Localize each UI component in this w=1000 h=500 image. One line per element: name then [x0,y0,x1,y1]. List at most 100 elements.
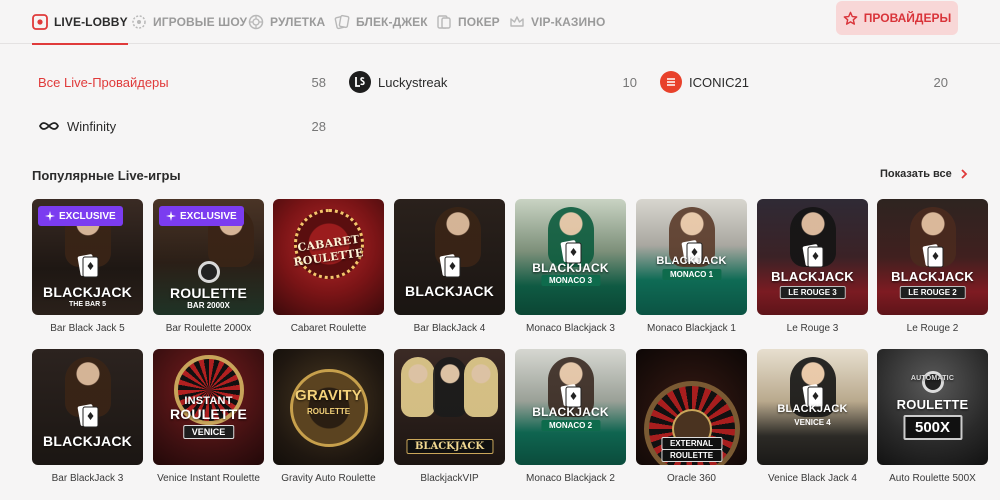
badge-label: EXCLUSIVE [59,210,116,222]
game-caption[interactable]: Monaco Blackjack 3 [515,323,626,334]
game-caption[interactable]: Auto Roulette 500X [877,473,988,484]
game-card[interactable]: BLACKJACK Bar BlackJack 4 [394,199,505,334]
game-card[interactable]: BLACKJACK BlackjackVIP [394,349,505,484]
provider-name: Все Live-Провайдеры [38,74,169,90]
game-card[interactable]: BLACKJACK MONACO 2 Monaco Blackjack 2 [515,349,626,484]
game-thumbnail[interactable]: BLACKJACK [394,349,505,465]
section-title: Популярные Live-игры [32,168,181,183]
provider-count: 10 [622,74,637,90]
game-card[interactable]: BLACKJACK MONACO 3 Monaco Blackjack 3 [515,199,626,334]
roulette-icon [248,14,264,30]
provider-count: 20 [933,74,948,90]
game-caption[interactable]: Venice Black Jack 4 [757,473,868,484]
game-thumbnail[interactable]: BLACKJACK MONACO 2 [515,349,626,465]
game-caption[interactable]: BlackjackVIP [394,473,505,484]
show-all-link[interactable]: Показать все [880,168,968,180]
poker-icon [437,15,451,29]
game-thumbnail[interactable]: CABARET ROULETTE [273,199,384,315]
game-title-art: BLACKJACK [777,403,848,415]
game-title-art: BLACKJACK [405,283,494,299]
tab-label: LIVE-LOBBY [54,15,128,29]
game-caption[interactable]: Bar BlackJack 3 [32,473,143,484]
game-caption[interactable]: Le Rouge 3 [757,323,868,334]
roulette-wheel-icon [197,261,220,283]
game-caption[interactable]: Venice Instant Roulette [153,473,264,484]
provider-all[interactable]: Все Live-Провайдеры 58 [38,71,326,93]
game-thumbnail[interactable]: GRAVITY ROULETTE [273,349,384,465]
game-thumbnail[interactable]: AUTOMATIC ROULETTE 500X [877,349,988,465]
game-caption[interactable]: Bar Roulette 2000x [153,323,264,334]
game-card[interactable]: BLACKJACK LE ROUGE 3 Le Rouge 3 [757,199,868,334]
game-card[interactable]: BLACKJACK THE BAR 5 EXCLUSIVE Bar Black … [32,199,143,334]
game-subtitle-art: VENICE 4 [794,418,831,427]
game-title-art: BLACKJACK [43,433,132,449]
tab-label: РУЛЕТКА [270,15,326,29]
game-thumbnail[interactable]: BLACKJACK THE BAR 5 EXCLUSIVE [32,199,143,315]
game-thumbnail[interactable]: BLACKJACK LE ROUGE 2 [877,199,988,315]
tab-roulette[interactable]: РУЛЕТКА [248,0,325,44]
game-title-art-2: ROULETTE [169,406,248,422]
game-caption[interactable]: Monaco Blackjack 2 [515,473,626,484]
game-card[interactable]: GRAVITY ROULETTE Gravity Auto Roulette [273,349,384,484]
tab-label: ПОКЕР [458,15,500,29]
game-caption[interactable]: Gravity Auto Roulette [273,473,384,484]
game-card[interactable]: INSTANT ROULETTE VENICE Venice Instant R… [153,349,264,484]
tab-blackjack[interactable]: БЛЕК-ДЖЕК [334,0,428,44]
game-caption[interactable]: Monaco Blackjack 1 [636,323,747,334]
game-caption[interactable]: Oracle 360 [636,473,747,484]
tab-poker[interactable]: ПОКЕР [436,0,500,44]
tab-vip-casino[interactable]: VIP-КАЗИНО [509,0,605,44]
game-caption[interactable]: Bar BlackJack 4 [394,323,505,334]
provider-count: 28 [311,118,326,134]
game-thumbnail[interactable]: INSTANT ROULETTE VENICE [153,349,264,465]
crown-icon [510,16,524,27]
game-card[interactable]: ROULETTE BAR 2000X EXCLUSIVE Bar Roulett… [153,199,264,334]
game-thumbnail[interactable]: BLACKJACK [394,199,505,315]
playing-card-icon [77,404,98,428]
game-thumbnail[interactable]: BLACKJACK MONACO 3 [515,199,626,315]
game-thumbnail[interactable]: BLACKJACK [32,349,143,465]
game-card[interactable]: BLACKJACK Bar BlackJack 3 [32,349,143,484]
game-thumbnail[interactable]: BLACKJACK VENICE 4 [757,349,868,465]
live-lobby-icon [32,14,48,30]
cards-icon [334,14,350,30]
game-card[interactable]: BLACKJACK MONACO 1 Monaco Blackjack 1 [636,199,747,334]
game-card[interactable]: EXTERNAL ROULETTE Oracle 360 [636,349,747,484]
game-caption[interactable]: Le Rouge 2 [877,323,988,334]
game-caption[interactable]: Bar Black Jack 5 [32,323,143,334]
provider-iconic21[interactable]: ICONIC21 20 [660,71,948,93]
game-card[interactable]: CABARET ROULETTE Cabaret Roulette [273,199,384,334]
game-thumbnail[interactable]: BLACKJACK MONACO 1 [636,199,747,315]
game-thumbnail[interactable]: EXTERNAL ROULETTE [636,349,747,465]
provider-name: Winfinity [67,118,117,134]
game-card[interactable]: AUTOMATIC ROULETTE 500X Auto Roulette 50… [877,349,988,484]
game-card[interactable]: BLACKJACK LE ROUGE 2 Le Rouge 2 [877,199,988,334]
exclusive-badge: EXCLUSIVE [38,206,123,226]
tab-live-lobby[interactable]: LIVE-LOBBY [32,0,128,45]
game-title-art: AUTOMATIC [910,375,955,382]
game-thumbnail[interactable]: ROULETTE BAR 2000X EXCLUSIVE [153,199,264,315]
game-title-art: BLACKJACK [43,284,132,300]
game-subtitle-art: LE ROUGE 2 [899,286,966,299]
badge-label: EXCLUSIVE [180,210,237,222]
game-title-art: BLACKJACK [405,439,494,454]
game-thumbnail[interactable]: BLACKJACK LE ROUGE 3 [757,199,868,315]
provider-name: Luckystreak [378,74,448,90]
tab-game-shows[interactable]: ИГРОВЫЕ ШОУ [131,0,247,44]
game-title-art: BLACKJACK [532,405,609,419]
provider-luckystreak[interactable]: Luckystreak 10 [349,71,637,93]
providers-button[interactable]: ПРОВАЙДЕРЫ [836,1,958,35]
playing-card-icon [77,254,98,278]
game-title-art: BLACKJACK [771,269,854,284]
game-caption[interactable]: Cabaret Roulette [273,323,384,334]
winfinity-logo-icon [38,120,62,132]
game-subtitle-art: THE BAR 5 [69,301,106,308]
playing-card-icon [922,244,943,268]
provider-winfinity[interactable]: Winfinity 28 [38,115,326,137]
game-subtitle-art: BAR 2000X [187,301,230,310]
game-subtitle-art: ROULETTE [660,449,723,462]
iconic21-logo-icon [660,71,682,93]
game-show-icon [132,15,146,29]
game-card[interactable]: BLACKJACK VENICE 4 Venice Black Jack 4 [757,349,868,484]
game-title-art: BLACKJACK [891,269,974,284]
